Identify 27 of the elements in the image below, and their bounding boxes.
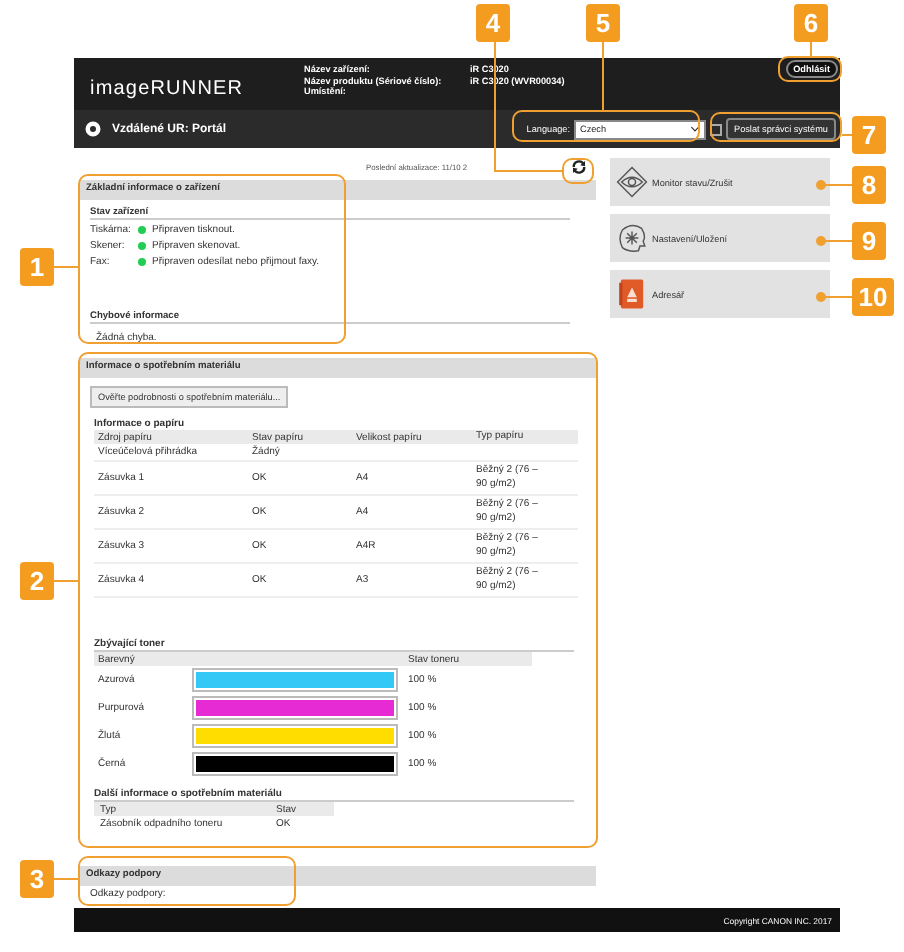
callout-badge: 10 (852, 278, 894, 316)
callout-badge: 2 (20, 562, 54, 600)
callout-badge: 8 (852, 166, 886, 204)
leader-line (54, 580, 78, 582)
callout-badge: 6 (794, 4, 828, 42)
refresh-icon[interactable] (570, 158, 588, 176)
callout-badge: 7 (852, 116, 886, 154)
callout-badge: 4 (476, 4, 510, 42)
leader-dot (816, 236, 826, 246)
callout-outline (778, 56, 842, 82)
logo: imageRUNNER (90, 78, 246, 100)
leader-line (54, 266, 78, 268)
small-square (710, 123, 723, 135)
settings-icon (616, 222, 648, 254)
eye-icon (616, 166, 648, 198)
callout-badge: 5 (586, 4, 620, 42)
address-book-icon (616, 278, 648, 310)
callout-badge: 9 (852, 222, 886, 260)
leader-dot (816, 180, 826, 190)
callout-badge: 3 (20, 860, 54, 898)
callout-outline (562, 158, 594, 184)
leader-line (602, 40, 604, 110)
callout-outline (710, 112, 842, 142)
caret-icon (690, 126, 701, 132)
leader-line (54, 878, 78, 880)
callout-badge: 1 (20, 248, 54, 286)
leader-dot (816, 292, 826, 302)
